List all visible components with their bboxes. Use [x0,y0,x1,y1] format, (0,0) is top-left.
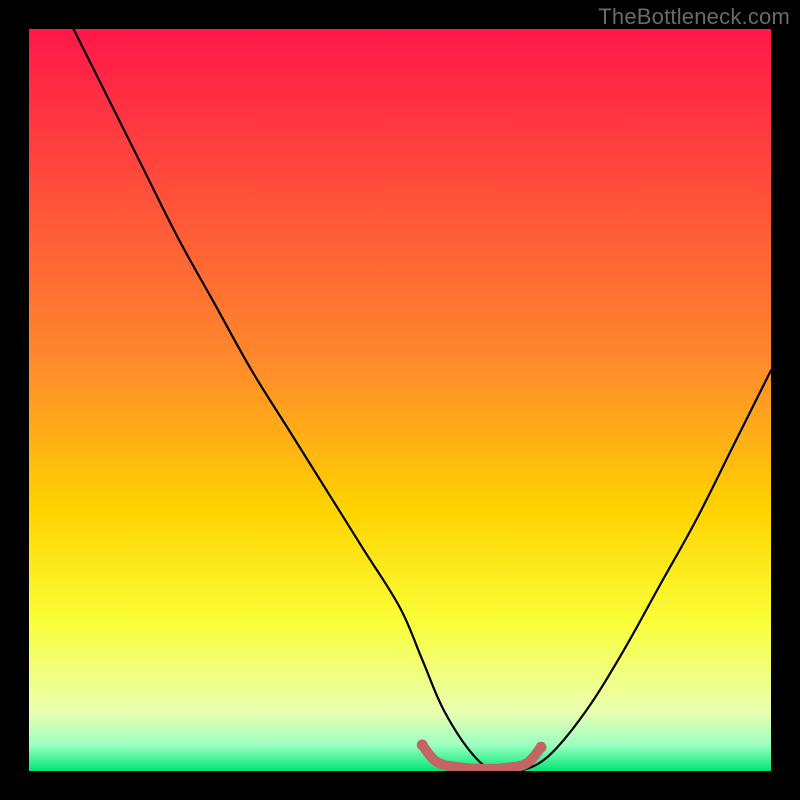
chart-frame: TheBottleneck.com [0,0,800,800]
watermark-text: TheBottleneck.com [598,4,790,30]
plot-area [29,29,771,771]
gradient-background [29,29,771,771]
optimal-range-start [417,740,428,751]
optimal-range-end [535,742,546,753]
chart-svg [29,29,771,771]
